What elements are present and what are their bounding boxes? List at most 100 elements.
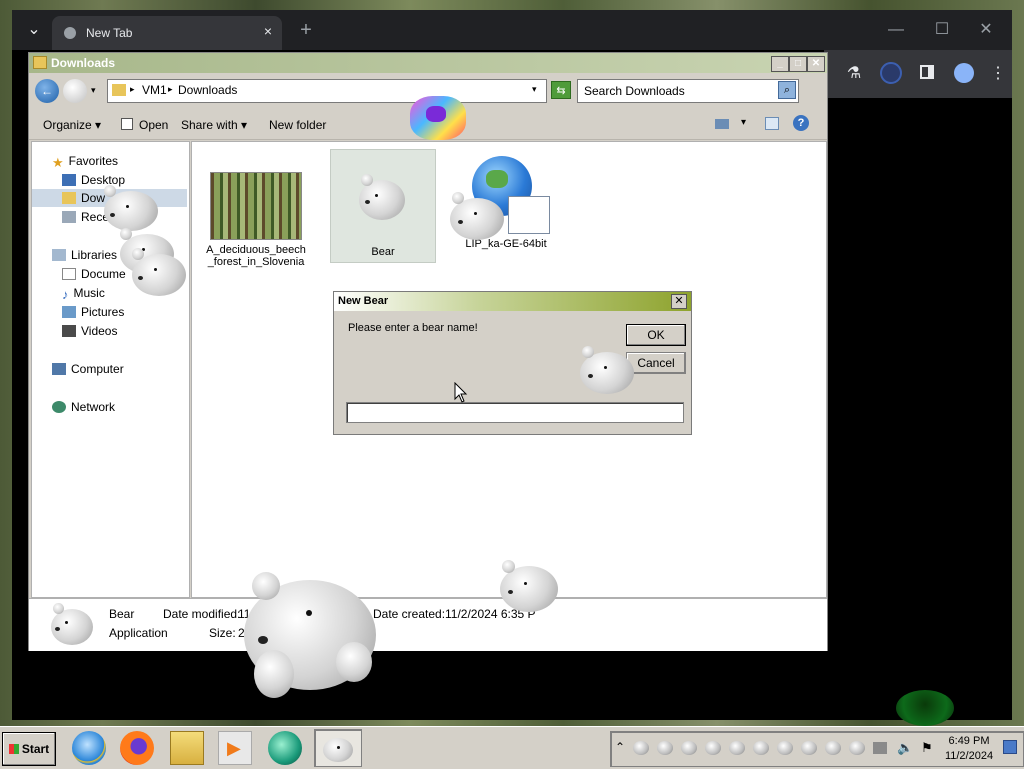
nav-music-label: Music xyxy=(73,286,105,300)
internet-explorer-icon[interactable] xyxy=(72,731,106,765)
open-button[interactable]: Open xyxy=(139,118,168,132)
tray-bear-icon[interactable] xyxy=(705,741,721,755)
browser-tab[interactable]: New Tab × xyxy=(52,16,282,50)
share-with-label: Share with xyxy=(181,118,238,132)
breadcrumb-downloads[interactable]: Downloads xyxy=(178,83,237,97)
bear-icon xyxy=(51,603,95,647)
tray-bear-icon[interactable] xyxy=(849,741,865,755)
more-menu-icon[interactable]: ⋮ xyxy=(988,56,1008,92)
tray-bear-icon[interactable] xyxy=(681,741,697,755)
network-tray-icon[interactable] xyxy=(873,742,887,754)
tab-favicon-icon xyxy=(64,27,76,39)
file-item-bear[interactable]: Bear xyxy=(330,149,436,263)
music-note-icon: ♪ xyxy=(62,287,69,302)
refresh-icon[interactable]: ⇆ xyxy=(551,81,571,99)
minimize-button[interactable]: — xyxy=(884,12,908,48)
libraries-icon xyxy=(52,249,66,261)
tray-bear-icon[interactable] xyxy=(657,741,673,755)
show-desktop-icon[interactable] xyxy=(1003,740,1017,754)
action-center-flag-icon[interactable]: ⚑ xyxy=(921,740,933,756)
browser-tab-bar: ⌄ New Tab × + — ☐ ✕ xyxy=(12,10,1012,50)
firefox-icon[interactable] xyxy=(120,731,154,765)
nav-computer[interactable]: Computer xyxy=(52,360,124,378)
new-folder-button[interactable]: New folder xyxy=(269,118,326,132)
desktop-icon xyxy=(62,174,76,186)
tray-bear-icon[interactable] xyxy=(825,741,841,755)
bear-name-input[interactable] xyxy=(346,402,684,423)
star-icon: ★ xyxy=(52,155,64,170)
file-item-forest[interactable]: A_deciduous_beech_forest_in_Slovenia xyxy=(206,172,306,268)
explorer-minimize-button[interactable]: _ xyxy=(771,56,789,72)
file-name: A_deciduous_beech_forest_in_Slovenia xyxy=(206,244,306,268)
nav-music[interactable]: ♪ Music xyxy=(62,284,105,302)
tray-bear-icon[interactable] xyxy=(633,741,649,755)
floating-bear-icon[interactable] xyxy=(128,248,188,300)
nav-videos[interactable]: Videos xyxy=(62,322,117,340)
ok-button[interactable]: OK xyxy=(626,324,686,346)
nav-favorites[interactable]: ★ Favorites xyxy=(52,152,118,170)
explorer-title: Downloads xyxy=(51,56,116,70)
bear-icon xyxy=(359,174,407,222)
start-button[interactable]: Start xyxy=(2,732,56,766)
media-player-icon[interactable]: ▶ xyxy=(218,731,252,765)
preview-pane-icon[interactable] xyxy=(765,117,779,130)
share-with-menu[interactable]: Share with ▾ xyxy=(181,118,247,132)
new-tab-button[interactable]: + xyxy=(294,12,318,48)
breadcrumb-vm1[interactable]: VM1 xyxy=(142,83,167,97)
tray-bear-icon[interactable] xyxy=(753,741,769,755)
explorer-maximize-button[interactable]: □ xyxy=(789,56,807,72)
labs-flask-icon[interactable]: ⚗ xyxy=(842,56,866,92)
floating-bear-icon[interactable] xyxy=(578,346,636,398)
show-hidden-icons-chevron[interactable]: ⌃ xyxy=(615,740,625,754)
floating-bear-icon[interactable] xyxy=(448,192,508,244)
view-dropdown-icon[interactable]: ▾ xyxy=(741,117,746,128)
play-icon: ▶ xyxy=(227,738,241,758)
help-icon[interactable]: ? xyxy=(793,115,809,131)
green-blob-icon xyxy=(896,690,954,726)
address-dropdown-icon[interactable]: ▾ xyxy=(532,84,537,95)
search-input[interactable]: Search Downloads ⌕ xyxy=(577,79,799,103)
pictures-icon xyxy=(62,306,76,318)
new-bear-dialog: New Bear ✕ Please enter a bear name! OK … xyxy=(333,291,692,435)
glitched-bear-icon[interactable] xyxy=(408,92,468,144)
nav-pictures[interactable]: Pictures xyxy=(62,303,124,321)
profile-avatar-icon[interactable] xyxy=(954,63,974,83)
large-bear-icon[interactable] xyxy=(244,572,378,700)
recent-pages-chevron-icon[interactable]: ▾ xyxy=(91,85,96,96)
file-explorer-icon[interactable] xyxy=(170,731,204,765)
tray-bear-icon[interactable] xyxy=(801,741,817,755)
nav-videos-label: Videos xyxy=(81,324,118,338)
explorer-close-button[interactable]: ✕ xyxy=(807,56,825,72)
downloads-folder-icon xyxy=(62,192,76,204)
search-icon[interactable]: ⌕ xyxy=(778,81,796,99)
videos-icon xyxy=(62,325,76,337)
nav-network[interactable]: Network xyxy=(52,398,115,416)
side-panel-icon[interactable] xyxy=(920,65,934,79)
tray-bear-icon[interactable] xyxy=(777,741,793,755)
forward-arrow-icon[interactable] xyxy=(63,79,87,103)
mouse-cursor-icon xyxy=(454,382,468,403)
green-app-icon[interactable] xyxy=(268,731,302,765)
tray-time[interactable]: 6:49 PM xyxy=(939,735,999,747)
tray-date[interactable]: 11/2/2024 xyxy=(939,750,999,762)
browser-toolbar: ⚗ ⋮ xyxy=(824,50,1012,98)
organize-menu[interactable]: Organize ▾ xyxy=(43,118,101,132)
nav-libraries[interactable]: Libraries xyxy=(52,246,117,264)
view-options-icon[interactable] xyxy=(715,119,729,129)
tab-search-icon[interactable]: ⌄ xyxy=(22,12,46,48)
details-modified-label: Date modified: xyxy=(163,607,241,621)
bear-app-taskbar-button[interactable] xyxy=(314,729,362,767)
chrome-extension-icon[interactable] xyxy=(880,62,902,84)
close-button[interactable]: ✕ xyxy=(974,12,998,48)
folder-icon xyxy=(33,56,47,69)
tray-bear-icon[interactable] xyxy=(729,741,745,755)
nav-pictures-label: Pictures xyxy=(81,305,125,319)
tab-close-icon[interactable]: × xyxy=(264,23,272,39)
floating-bear-icon[interactable] xyxy=(498,560,560,616)
maximize-button[interactable]: ☐ xyxy=(930,12,954,48)
breadcrumb-separator-icon: ▸ xyxy=(168,84,173,94)
address-bar[interactable]: ▸ VM1 ▸ Downloads ▾ xyxy=(107,79,547,103)
dialog-close-button[interactable]: ✕ xyxy=(671,294,687,309)
volume-muted-icon[interactable]: 🔈 xyxy=(897,740,913,756)
back-arrow-icon[interactable]: ← xyxy=(35,79,59,103)
